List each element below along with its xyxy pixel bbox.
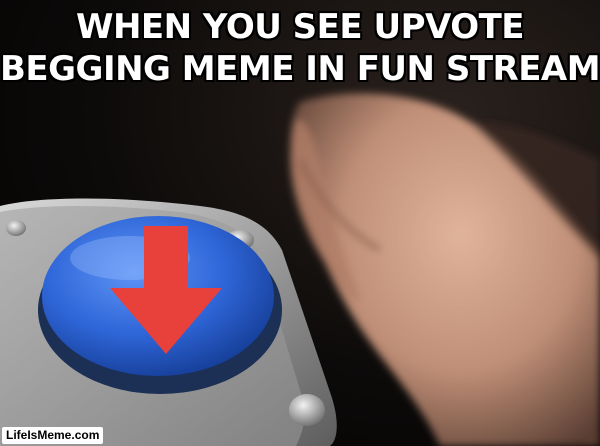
caption-line-2: BEGGING MEME IN FUN STREAM [0,49,600,89]
screw [6,220,26,236]
meme-image: WHEN YOU SEE UPVOTE BEGGING MEME IN FUN … [0,0,600,446]
watermark: LifeIsMeme.com [2,427,104,444]
caption: WHEN YOU SEE UPVOTE BEGGING MEME IN FUN … [0,6,600,90]
hand [290,93,600,446]
caption-line-1: WHEN YOU SEE UPVOTE [75,7,525,47]
screw [289,394,325,426]
